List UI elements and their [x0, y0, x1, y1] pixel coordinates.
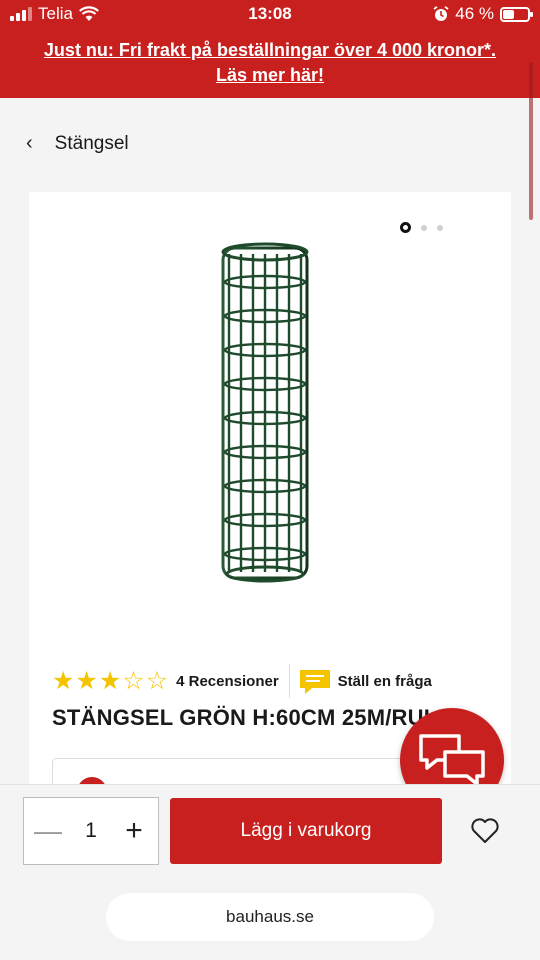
- url-text[interactable]: bauhaus.se: [226, 907, 314, 927]
- gallery-dot[interactable]: [437, 224, 443, 231]
- rating-row: ★ ★ ★ ☆ ☆ 4 Recensioner Ställ en fråga: [52, 664, 432, 698]
- page: Telia 13:08 46 % Just nu: Fri frakt på b…: [0, 0, 540, 960]
- back-chevron-icon[interactable]: ‹: [26, 132, 33, 155]
- heart-icon[interactable]: [470, 817, 500, 845]
- promo-line-1: Just nu: Fri frakt på beställningar över…: [43, 40, 497, 60]
- speech-bubble-icon: [299, 670, 330, 694]
- star-filled-icon: ★: [98, 666, 122, 695]
- bottom-bar: — 1 + Lägg i varukorg bauhaus.se: [0, 784, 540, 960]
- status-right: 46 %: [433, 4, 533, 24]
- ask-question-label: Ställ en fråga: [337, 672, 432, 690]
- quantity-value[interactable]: 1: [85, 819, 97, 843]
- quantity-stepper[interactable]: — 1 +: [23, 797, 159, 865]
- add-to-cart-button[interactable]: Lägg i varukorg: [170, 798, 442, 864]
- product-image[interactable]: [219, 242, 313, 584]
- divider: [288, 664, 290, 698]
- promo-line-2: Läs mer här!: [215, 65, 325, 85]
- promo-link[interactable]: Just nu: Fri frakt på beställningar över…: [0, 38, 540, 88]
- top-banner: Telia 13:08 46 % Just nu: Fri frakt på b…: [0, 0, 540, 98]
- ask-question-link[interactable]: Ställ en fråga: [296, 666, 432, 696]
- status-bar: Telia 13:08 46 %: [0, 0, 540, 30]
- star-filled-icon: ★: [52, 666, 75, 695]
- reviews-link[interactable]: 4 Recensioner: [176, 673, 279, 690]
- star-rating[interactable]: ★ ★ ★ ☆ ☆: [52, 666, 169, 695]
- gallery-dot[interactable]: [400, 222, 411, 233]
- browser-url-bar[interactable]: bauhaus.se: [106, 893, 434, 941]
- star-empty-icon: ☆: [145, 666, 169, 695]
- gallery-pagination[interactable]: [400, 222, 443, 233]
- scrollbar[interactable]: [529, 62, 533, 220]
- decrease-quantity-button[interactable]: —: [34, 815, 62, 847]
- star-empty-icon: ☆: [122, 666, 145, 695]
- star-filled-icon: ★: [75, 666, 98, 695]
- gallery-dot[interactable]: [421, 224, 427, 231]
- battery-percent: 46 %: [455, 4, 494, 23]
- increase-quantity-button[interactable]: +: [120, 814, 148, 848]
- chat-icon: [419, 734, 485, 786]
- alarm-icon: [433, 6, 449, 21]
- battery-icon: [500, 6, 533, 22]
- breadcrumb-label[interactable]: Stängsel: [55, 133, 129, 155]
- breadcrumb[interactable]: ‹ Stängsel: [26, 132, 129, 155]
